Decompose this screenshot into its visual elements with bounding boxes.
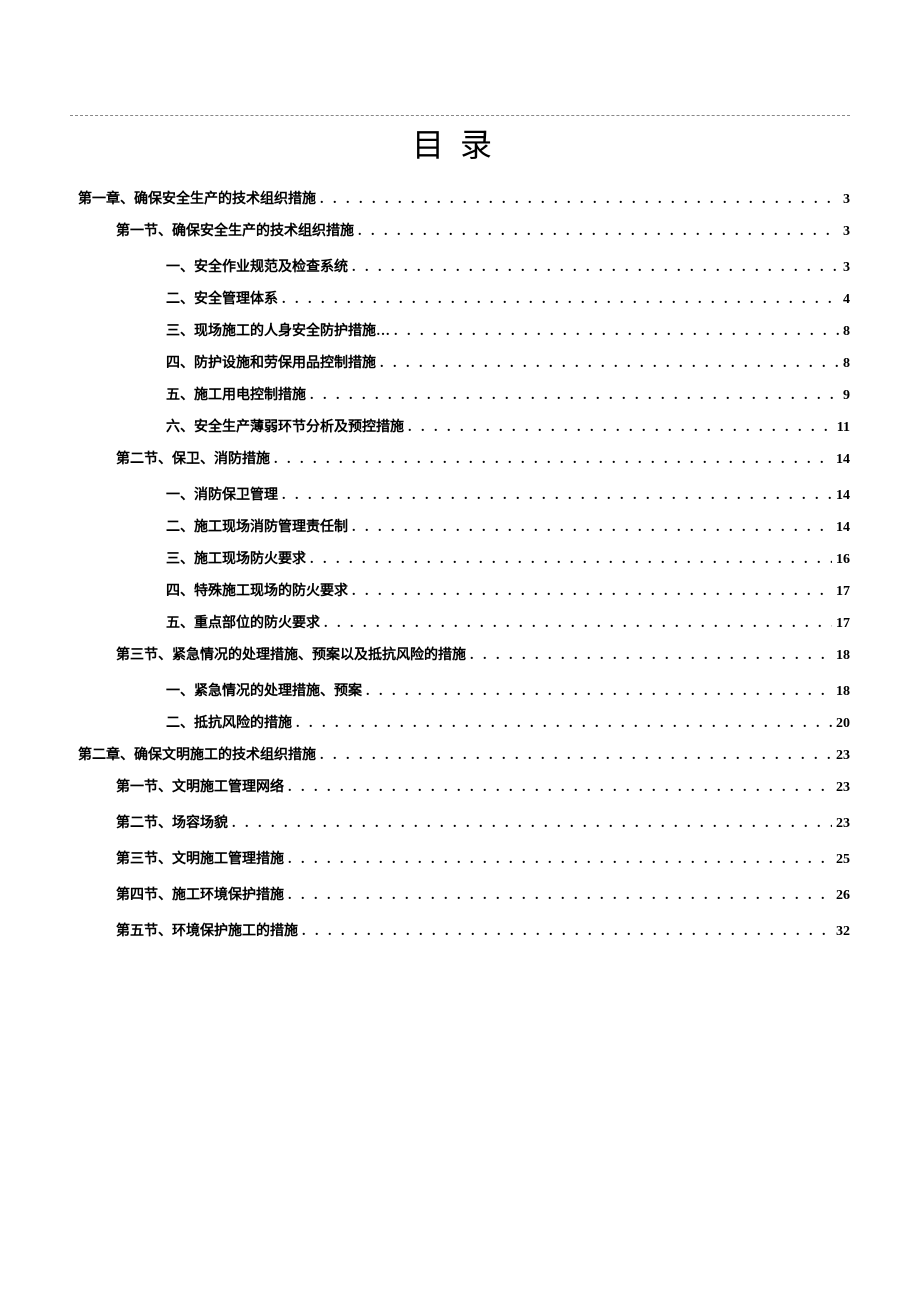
toc-label: 二、安全管理体系 — [166, 288, 278, 308]
toc-page-number: 8 — [843, 324, 850, 340]
toc-label: 五、重点部位的防火要求 — [166, 612, 320, 632]
toc-entry: 五、施工用电控制措施 9 — [70, 384, 850, 404]
toc-dots — [470, 648, 832, 664]
toc-entry: 第二节、场容场貌 23 — [70, 812, 850, 832]
toc-entry: 第一章、确保安全生产的技术组织措施 3 — [70, 188, 850, 208]
toc-page-number: 16 — [836, 552, 850, 568]
toc-entry: 第四节、施工环境保护措施 26 — [70, 884, 850, 904]
toc-entry: 一、消防保卫管理 14 — [70, 484, 850, 504]
toc-label: 第二节、场容场貌 — [116, 812, 228, 832]
toc-label: 二、施工现场消防管理责任制 — [166, 516, 348, 536]
toc-dots — [394, 324, 839, 340]
toc-dots — [274, 452, 832, 468]
toc-label: 四、防护设施和劳保用品控制措施 — [166, 352, 376, 372]
toc-entry: 第二章、确保文明施工的技术组织措施 23 — [70, 744, 850, 764]
top-divider — [70, 115, 850, 116]
toc-page-number: 8 — [843, 356, 850, 372]
toc-dots — [302, 924, 832, 940]
toc-page-number: 23 — [836, 748, 850, 764]
toc-entry: 第一节、文明施工管理网络 23 — [70, 776, 850, 796]
toc-page-number: 11 — [837, 420, 850, 436]
toc-label: 第一节、确保安全生产的技术组织措施 — [116, 220, 354, 240]
toc-label: 二、抵抗风险的措施 — [166, 712, 292, 732]
toc-entry: 第二节、保卫、消防措施 14 — [70, 448, 850, 468]
toc-page-number: 14 — [836, 488, 850, 504]
toc-dots — [320, 192, 839, 208]
toc-dots — [408, 420, 833, 436]
toc-page-number: 18 — [836, 684, 850, 700]
table-of-contents: 第一章、确保安全生产的技术组织措施3第一节、确保安全生产的技术组织措施3一、安全… — [70, 188, 850, 940]
toc-dots — [358, 224, 839, 240]
toc-page-number: 3 — [843, 192, 850, 208]
toc-dots — [288, 780, 832, 796]
toc-page-number: 9 — [843, 388, 850, 404]
toc-label: 第二节、保卫、消防措施 — [116, 448, 270, 468]
toc-label: 三、现场施工的人身安全防护措施… — [166, 320, 390, 340]
toc-entry: 三、现场施工的人身安全防护措施… 8 — [70, 320, 850, 340]
page-title: 目录 — [70, 120, 850, 166]
toc-dots — [288, 852, 832, 868]
toc-dots — [282, 292, 839, 308]
toc-page-number: 20 — [836, 716, 850, 732]
toc-page-number: 17 — [836, 616, 850, 632]
toc-entry: 四、特殊施工现场的防火要求 17 — [70, 580, 850, 600]
toc-label: 六、安全生产薄弱环节分析及预控措施 — [166, 416, 404, 436]
toc-label: 第一节、文明施工管理网络 — [116, 776, 284, 796]
toc-label: 一、消防保卫管理 — [166, 484, 278, 504]
toc-page-number: 17 — [836, 584, 850, 600]
toc-dots — [296, 716, 832, 732]
toc-dots — [310, 388, 839, 404]
toc-label: 一、紧急情况的处理措施、预案 — [166, 680, 362, 700]
toc-page-number: 23 — [836, 780, 850, 796]
toc-page-number: 18 — [836, 648, 850, 664]
toc-dots — [288, 888, 832, 904]
toc-entry: 第三节、文明施工管理措施 25 — [70, 848, 850, 868]
toc-dots — [282, 488, 832, 504]
toc-dots — [352, 260, 839, 276]
toc-page-number: 26 — [836, 888, 850, 904]
toc-label: 第四节、施工环境保护措施 — [116, 884, 284, 904]
toc-label: 第三节、紧急情况的处理措施、预案以及抵抗风险的措施 — [116, 644, 466, 664]
toc-label: 五、施工用电控制措施 — [166, 384, 306, 404]
toc-label: 一、安全作业规范及检查系统 — [166, 256, 348, 276]
toc-page-number: 3 — [843, 224, 850, 240]
toc-dots — [310, 552, 832, 568]
toc-entry: 二、抵抗风险的措施 20 — [70, 712, 850, 732]
toc-page-number: 14 — [836, 452, 850, 468]
toc-label: 第五节、环境保护施工的措施 — [116, 920, 298, 940]
toc-label: 第三节、文明施工管理措施 — [116, 848, 284, 868]
toc-entry: 第一节、确保安全生产的技术组织措施 3 — [70, 220, 850, 240]
toc-entry: 第五节、环境保护施工的措施 32 — [70, 920, 850, 940]
toc-dots — [366, 684, 832, 700]
toc-dots — [320, 748, 832, 764]
toc-entry: 二、施工现场消防管理责任制 14 — [70, 516, 850, 536]
toc-page-number: 4 — [843, 292, 850, 308]
toc-dots — [380, 356, 839, 372]
toc-entry: 五、重点部位的防火要求 17 — [70, 612, 850, 632]
toc-dots — [232, 816, 832, 832]
toc-entry: 六、安全生产薄弱环节分析及预控措施 11 — [70, 416, 850, 436]
toc-page-number: 32 — [836, 924, 850, 940]
toc-dots — [352, 584, 832, 600]
toc-entry: 四、防护设施和劳保用品控制措施 8 — [70, 352, 850, 372]
toc-entry: 一、安全作业规范及检查系统 3 — [70, 256, 850, 276]
toc-dots — [352, 520, 832, 536]
toc-label: 四、特殊施工现场的防火要求 — [166, 580, 348, 600]
toc-label: 三、施工现场防火要求 — [166, 548, 306, 568]
toc-page-number: 3 — [843, 260, 850, 276]
toc-label: 第二章、确保文明施工的技术组织措施 — [78, 744, 316, 764]
toc-entry: 第三节、紧急情况的处理措施、预案以及抵抗风险的措施 18 — [70, 644, 850, 664]
toc-page-number: 23 — [836, 816, 850, 832]
toc-label: 第一章、确保安全生产的技术组织措施 — [78, 188, 316, 208]
toc-entry: 二、安全管理体系 4 — [70, 288, 850, 308]
toc-entry: 三、施工现场防火要求 16 — [70, 548, 850, 568]
toc-page-number: 25 — [836, 852, 850, 868]
toc-entry: 一、紧急情况的处理措施、预案 18 — [70, 680, 850, 700]
toc-dots — [324, 616, 832, 632]
toc-page-number: 14 — [836, 520, 850, 536]
